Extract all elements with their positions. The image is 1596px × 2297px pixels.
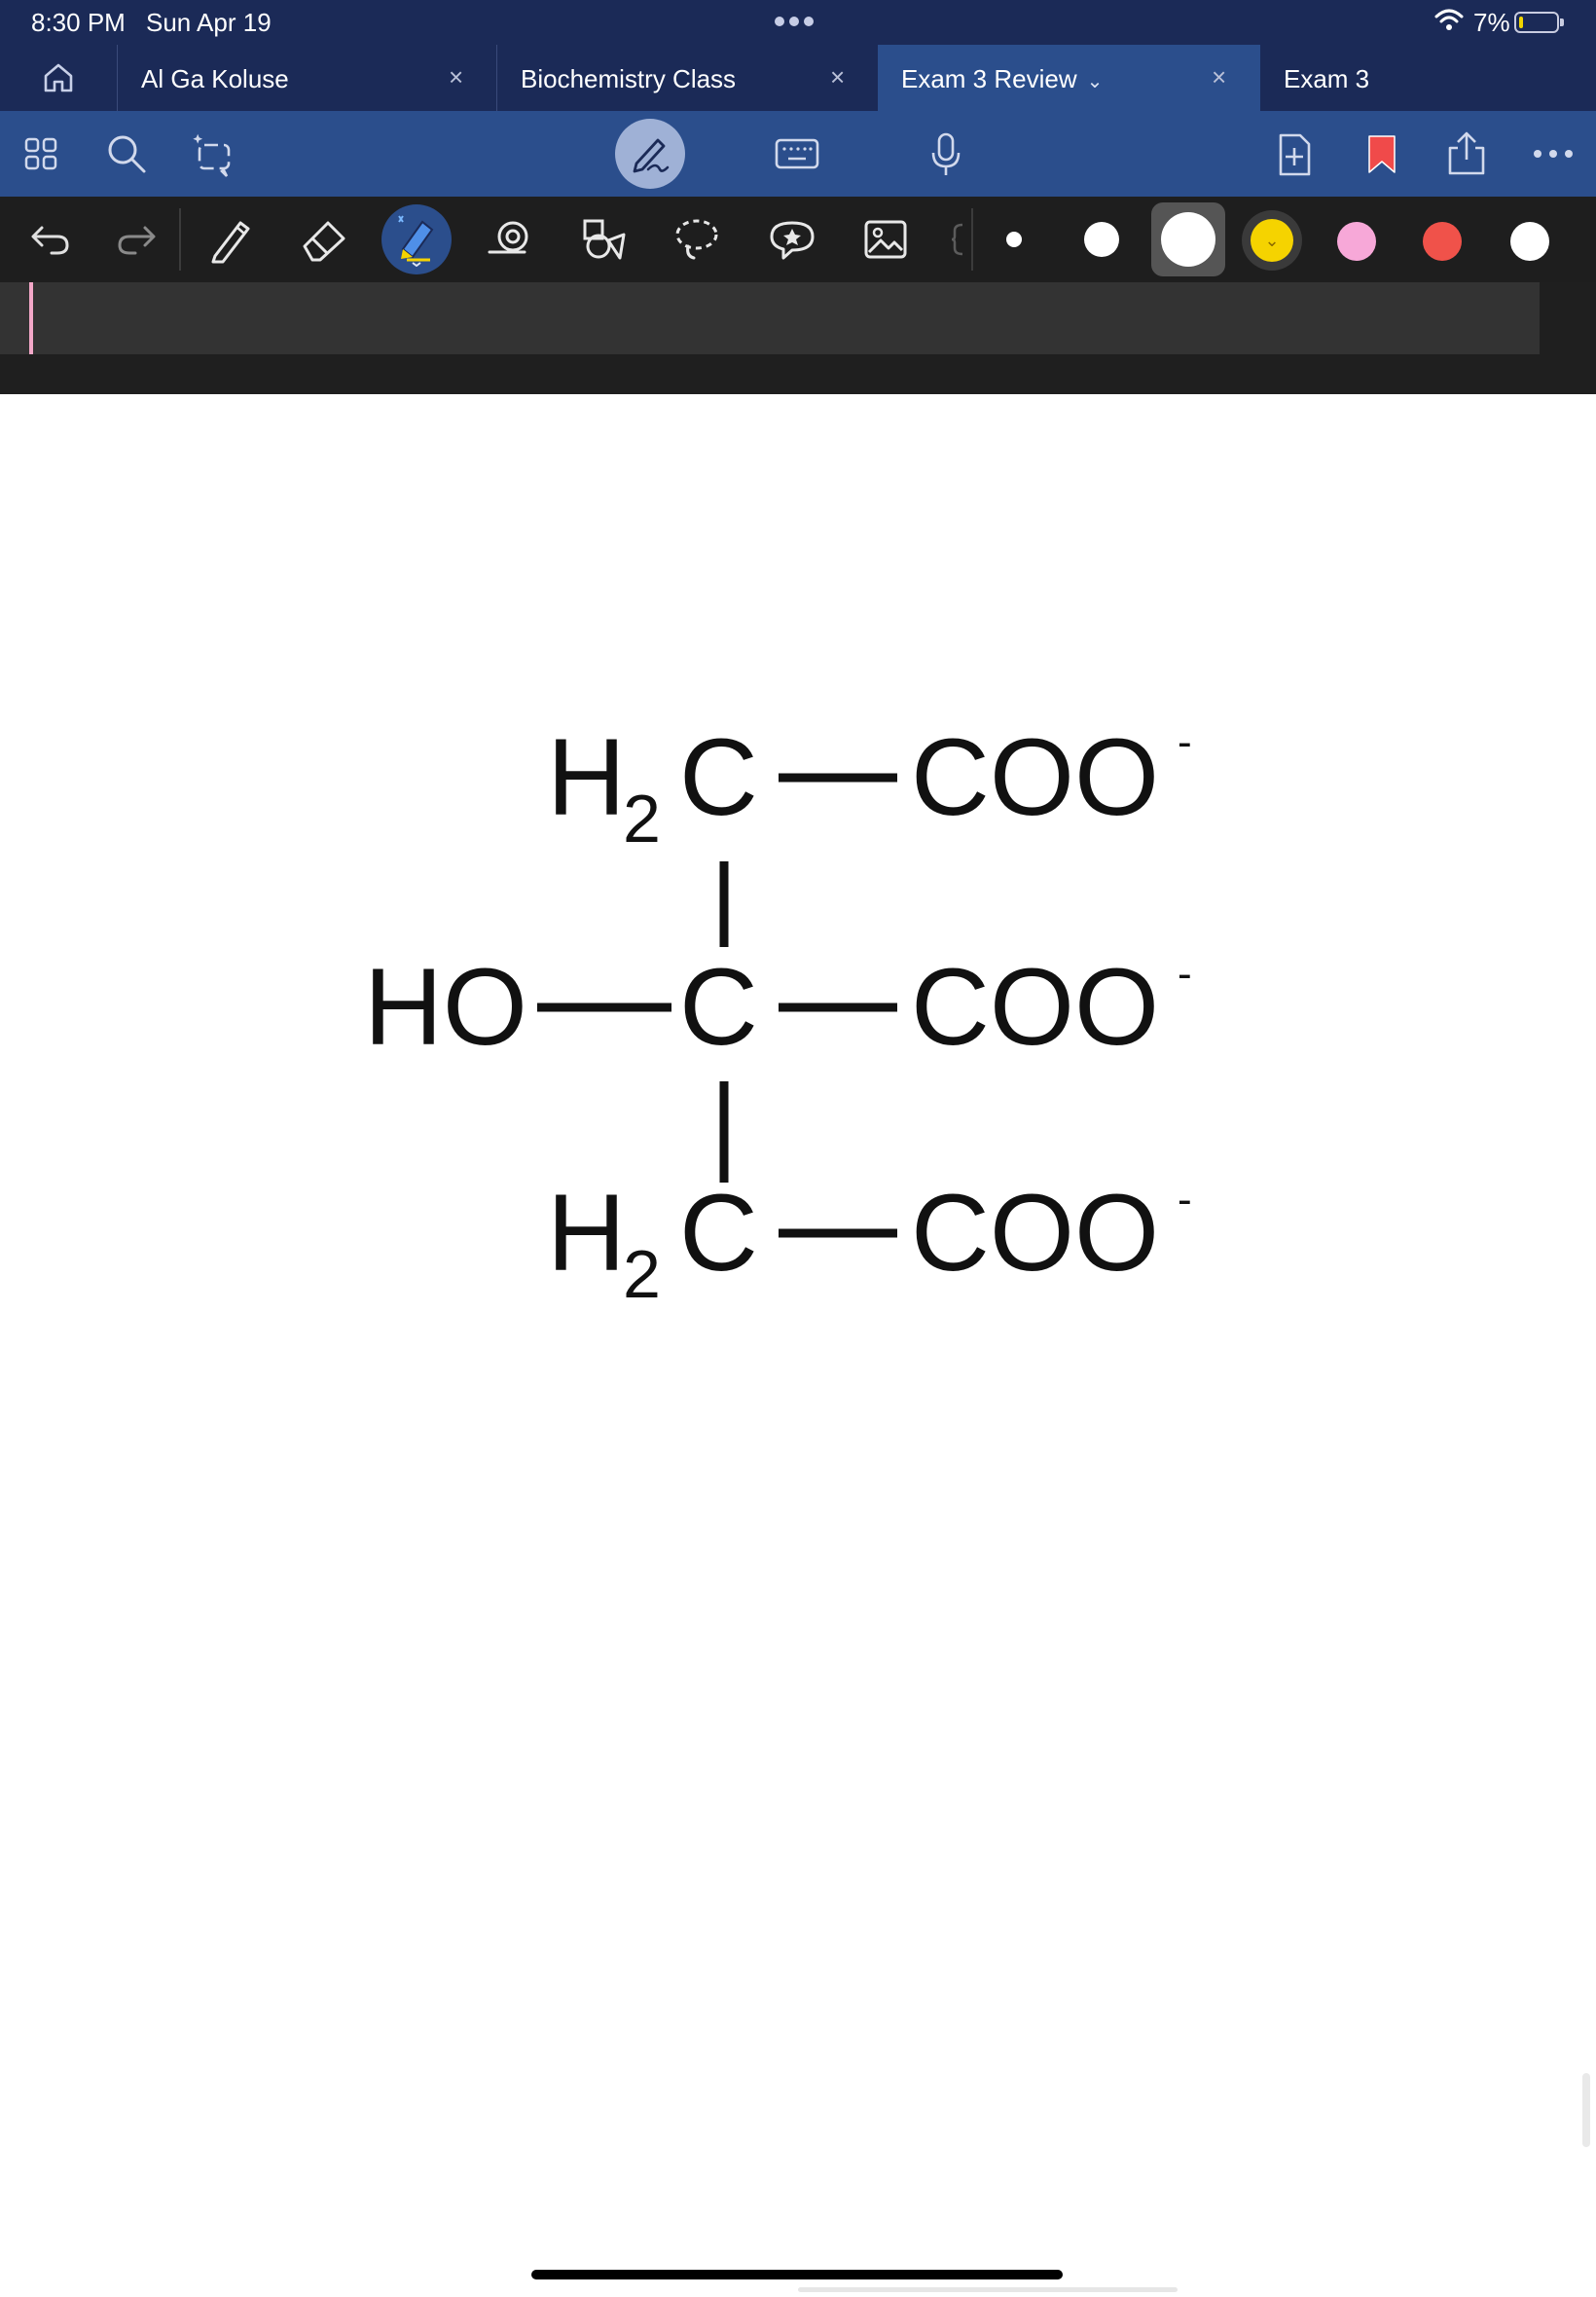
add-page-icon[interactable] (1273, 130, 1316, 179)
document-toolbar (0, 111, 1596, 197)
citrate-structure[interactable]: H 2 C COO - HO C COO - H 2 C COO - (0, 394, 1596, 1367)
size-large-dot (1161, 212, 1215, 267)
status-time: 8:30 PM (31, 8, 126, 37)
tab-exam-3[interactable]: Exam 3 (1260, 45, 1596, 111)
wifi-icon (1434, 9, 1464, 30)
image-icon[interactable] (860, 216, 911, 263)
row2-charge: - (1178, 950, 1192, 998)
chevron-down-icon: ⌄ (1251, 219, 1293, 262)
tab-label: Al Ga Koluse (141, 64, 289, 93)
search-icon[interactable] (105, 132, 148, 175)
magic-select-icon[interactable] (189, 130, 237, 179)
close-icon[interactable]: × (449, 62, 463, 92)
undo-icon[interactable] (27, 220, 74, 259)
microphone-icon[interactable] (926, 130, 965, 179)
more-icon[interactable] (1532, 144, 1575, 164)
size-small-option[interactable] (1006, 232, 1022, 247)
zoom-lasso-icon[interactable] (485, 216, 535, 263)
color-swatch-white[interactable] (1510, 222, 1549, 261)
sticker-icon[interactable] (765, 216, 819, 263)
chevron-down-icon[interactable]: ⌄ (1087, 71, 1104, 92)
pen-handwriting-icon[interactable] (615, 119, 685, 189)
row1-c: C (679, 716, 758, 838)
size-medium-option[interactable] (1084, 222, 1119, 257)
color-swatch-pink[interactable] (1337, 222, 1376, 261)
status-date: Sun Apr 19 (146, 8, 272, 37)
highlighter-icon[interactable] (381, 204, 452, 274)
shapes-icon[interactable] (578, 214, 629, 265)
redo-icon[interactable] (113, 220, 160, 259)
home-icon (44, 63, 73, 92)
row3-charge: - (1178, 1176, 1192, 1223)
overflow-tools-icon[interactable] (950, 220, 965, 259)
row3-h: H (547, 1172, 626, 1294)
close-icon[interactable]: × (830, 62, 845, 92)
toolbar-divider (179, 208, 181, 271)
tab-bar: Al Ga Koluse × Biochemistry Class × Exam… (0, 45, 1596, 111)
lasso-icon[interactable] (671, 214, 722, 265)
color-swatch-yellow[interactable]: ⌄ (1242, 210, 1302, 271)
battery-percent: 7% (1473, 8, 1510, 37)
row2-c: C (679, 946, 758, 1068)
row3-c: C (679, 1172, 758, 1294)
row1-charge: - (1178, 718, 1192, 766)
previous-page-strip[interactable] (0, 282, 1540, 354)
tab-label: Exam 3 (1284, 64, 1370, 93)
battery-icon (1514, 12, 1564, 33)
tab-label: Exam 3 Review ⌄ (901, 64, 1104, 93)
tab-al-ga-koluse[interactable]: Al Ga Koluse × (117, 45, 496, 111)
bookmark-icon[interactable] (1362, 130, 1401, 179)
eraser-icon[interactable] (298, 216, 350, 263)
toolbar-divider (971, 208, 973, 271)
grid-icon[interactable] (21, 134, 60, 173)
row3-subscript: 2 (623, 1236, 661, 1312)
status-bar: 8:30 PM Sun Apr 19 7% (0, 0, 1596, 45)
row2-ho: HO (364, 946, 527, 1068)
page-scroll-indicator (798, 2287, 1178, 2292)
drawing-tools-bar: ⌄ (0, 197, 1596, 282)
row1-coo: COO (911, 716, 1159, 838)
note-page[interactable]: H 2 C COO - HO C COO - H 2 C COO - (0, 394, 1596, 2297)
home-indicator[interactable] (531, 2270, 1063, 2279)
vertical-scrollbar[interactable] (1582, 2073, 1590, 2147)
keyboard-icon[interactable] (774, 134, 820, 173)
share-icon[interactable] (1444, 128, 1489, 179)
multitasking-dots-icon[interactable] (775, 14, 823, 29)
pen-icon[interactable] (206, 214, 255, 265)
color-swatch-red[interactable] (1423, 222, 1462, 261)
tab-biochemistry-class[interactable]: Biochemistry Class × (496, 45, 878, 111)
text-cursor (29, 282, 33, 354)
tab-label: Biochemistry Class (521, 64, 737, 93)
row1-h: H (547, 716, 626, 838)
size-large-option[interactable] (1151, 202, 1225, 276)
row2-coo: COO (911, 946, 1159, 1068)
tab-exam-3-review[interactable]: Exam 3 Review ⌄ × (878, 45, 1260, 111)
row3-coo: COO (911, 1172, 1159, 1294)
home-button[interactable] (0, 45, 117, 111)
row1-subscript: 2 (623, 781, 661, 857)
close-icon[interactable]: × (1212, 62, 1226, 92)
